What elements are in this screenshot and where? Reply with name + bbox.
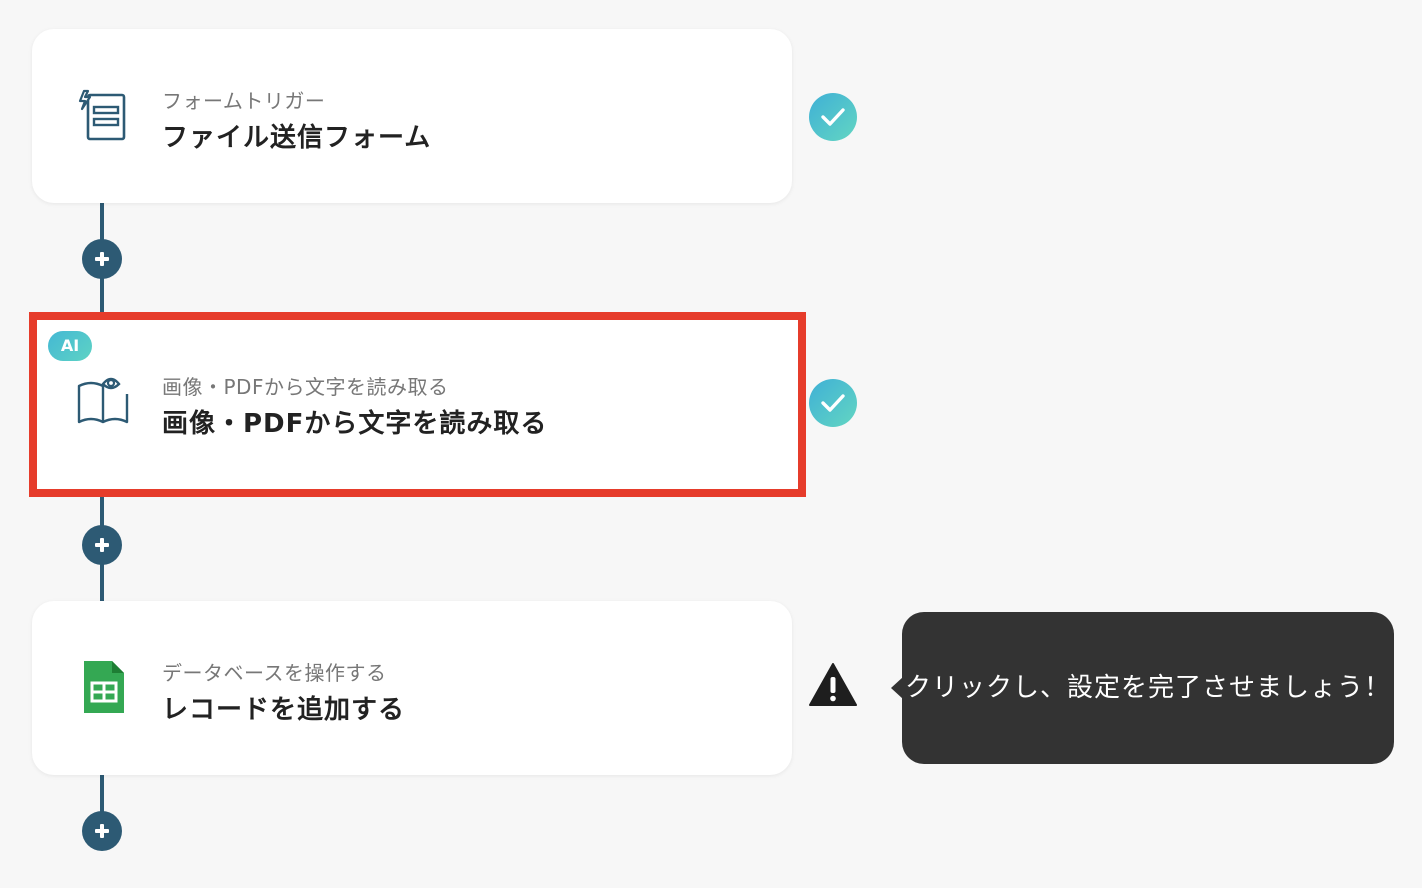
step-subtitle: フォームトリガー bbox=[162, 89, 326, 113]
warning-icon bbox=[809, 662, 857, 710]
step-title: 画像・PDFから文字を読み取る bbox=[162, 409, 548, 439]
form-trigger-icon bbox=[76, 87, 132, 143]
check-icon bbox=[809, 93, 857, 141]
step-subtitle: 画像・PDFから文字を読み取る bbox=[162, 375, 449, 399]
step-title: ファイル送信フォーム bbox=[162, 123, 432, 153]
add-step-button[interactable] bbox=[82, 239, 122, 279]
tooltip: クリックし、設定を完了させましょう！ bbox=[891, 612, 1394, 764]
add-step-button[interactable] bbox=[82, 525, 122, 565]
step-card-ocr[interactable]: AI 画像・PDFから文字を読み取る 画像・PDFから文字を読み取る bbox=[29, 312, 806, 497]
workflow-canvas: フォームトリガー ファイル送信フォーム AI 画像・PDFから文字を読み取る 画… bbox=[0, 0, 1422, 888]
check-icon bbox=[809, 379, 857, 427]
step-subtitle: データベースを操作する bbox=[162, 661, 387, 685]
google-sheets-icon bbox=[76, 659, 132, 715]
connector-line bbox=[100, 775, 104, 813]
add-step-button[interactable] bbox=[82, 811, 122, 851]
step-title: レコードを追加する bbox=[162, 695, 406, 725]
step-card-database[interactable]: データベースを操作する レコードを追加する bbox=[32, 601, 792, 775]
ai-badge: AI bbox=[48, 331, 92, 361]
book-eye-icon bbox=[75, 372, 131, 428]
step-card-form-trigger[interactable]: フォームトリガー ファイル送信フォーム bbox=[32, 29, 792, 203]
